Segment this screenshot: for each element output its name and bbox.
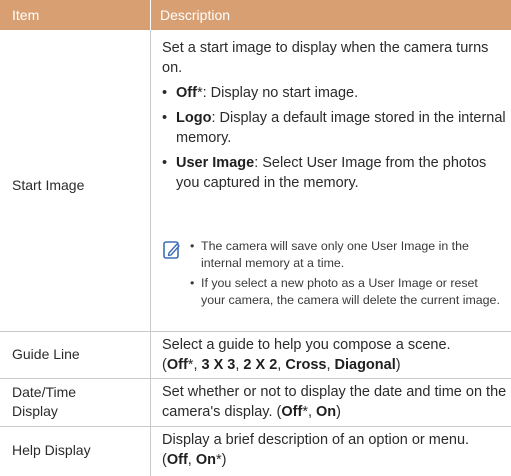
help-display-text: Display a brief description of an option… bbox=[162, 432, 470, 448]
table-row-help-display: Help Display Display a brief description… bbox=[0, 427, 511, 475]
row-description: Display a brief description of an option… bbox=[162, 430, 507, 470]
column-divider bbox=[150, 30, 151, 476]
row-description: Select a guide to help you compose a sce… bbox=[162, 335, 507, 375]
row-label: Guide Line bbox=[12, 346, 80, 362]
row-label: Help Display bbox=[12, 442, 91, 458]
row-description: Set whether or not to display the date a… bbox=[162, 382, 507, 422]
note-pencil-icon bbox=[163, 241, 180, 259]
row-label: Start Image bbox=[12, 177, 85, 193]
option-off: Off*: Display no start image. bbox=[162, 83, 507, 103]
note-item: If you select a new photo as a User Imag… bbox=[190, 275, 502, 309]
guide-line-options: (Off*, 3 X 3, 2 X 2, Cross, Diagonal) bbox=[162, 357, 401, 373]
table-header: Item Description bbox=[0, 0, 511, 30]
note-box: The camera will save only one User Image… bbox=[162, 238, 502, 312]
start-image-options: Off*: Display no start image. Logo: Disp… bbox=[162, 83, 507, 193]
header-description: Description bbox=[160, 7, 231, 23]
header-divider bbox=[150, 0, 151, 30]
table-row-start-image: Start Image Set a start image to display… bbox=[0, 30, 511, 332]
table-row-guide-line: Guide Line Select a guide to help you co… bbox=[0, 332, 511, 379]
note-list: The camera will save only one User Image… bbox=[162, 238, 502, 309]
row-description: Set a start image to display when the ca… bbox=[162, 38, 507, 193]
table-row-date-time: Date/Time Display Set whether or not to … bbox=[0, 379, 511, 427]
help-display-options: (Off, On*) bbox=[162, 452, 227, 468]
header-item: Item bbox=[12, 7, 40, 23]
date-time-options: (Off*, On) bbox=[276, 404, 342, 420]
guide-line-text: Select a guide to help you compose a sce… bbox=[162, 337, 451, 353]
note-item: The camera will save only one User Image… bbox=[190, 238, 502, 272]
option-user-image: User Image: Select User Image from the p… bbox=[162, 153, 507, 193]
option-logo: Logo: Display a default image stored in … bbox=[162, 108, 507, 148]
row-label: Date/Time Display bbox=[12, 384, 77, 419]
start-image-intro: Set a start image to display when the ca… bbox=[162, 40, 489, 76]
